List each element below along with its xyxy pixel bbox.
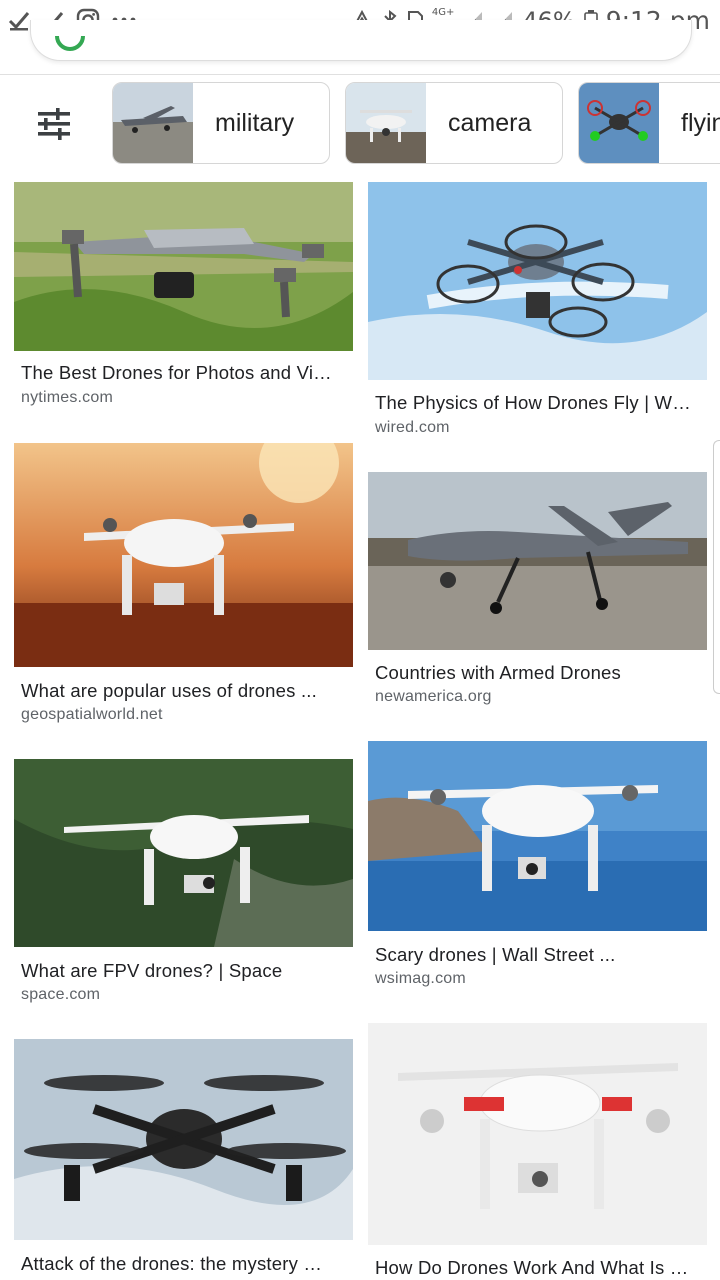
result-source-3: geospatialworld.net (21, 706, 163, 723)
tune-filter-icon (38, 108, 70, 140)
result-title-3[interactable]: What are popular uses of drones ... (21, 680, 347, 702)
drone-photo (368, 472, 707, 650)
camera-drone-thumbnail (346, 83, 426, 163)
google-logo-partial (55, 35, 85, 51)
result-title-1[interactable]: The Best Drones for Photos and Vi… (21, 362, 347, 384)
result-image-6[interactable] (368, 741, 707, 931)
result-title-5[interactable]: What are FPV drones? | Space (21, 960, 347, 982)
result-title-2[interactable]: The Physics of How Drones Fly | W… (375, 392, 701, 414)
result-title-8[interactable]: How Do Drones Work And What Is … (375, 1257, 701, 1279)
drone-photo (368, 182, 707, 380)
chip-label: flyin (681, 108, 720, 137)
chip-label: camera (448, 108, 532, 137)
filter-button[interactable] (34, 106, 78, 142)
result-source-4: newamerica.org (375, 688, 492, 705)
flying-drone-thumbnail (579, 83, 659, 163)
result-title-6[interactable]: Scary drones | Wall Street ... (375, 944, 701, 966)
drone-photo (368, 1023, 707, 1245)
related-searches-row: military camera flyin (0, 82, 720, 166)
result-image-3[interactable] (14, 443, 353, 667)
result-source-2: wired.com (375, 419, 450, 436)
military-drone-thumbnail (113, 83, 193, 163)
result-image-7[interactable] (14, 1039, 353, 1240)
result-title-4[interactable]: Countries with Armed Drones (375, 662, 701, 684)
drone-photo (14, 182, 353, 351)
drone-photo (14, 443, 353, 667)
result-source-6: wsimag.com (375, 970, 466, 987)
drone-photo (14, 759, 353, 947)
search-bar[interactable] (30, 20, 692, 61)
header-divider (0, 74, 720, 75)
chip-flying[interactable]: flyin (578, 82, 720, 164)
chip-camera[interactable]: camera (345, 82, 563, 164)
check-icon (8, 12, 30, 31)
chip-military[interactable]: military (112, 82, 330, 164)
result-source-1: nytimes.com (21, 389, 113, 406)
result-image-2[interactable] (368, 182, 707, 380)
drone-photo (14, 1039, 353, 1240)
result-image-5[interactable] (14, 759, 353, 947)
result-source-5: space.com (21, 986, 101, 1003)
network-type-label: 4G+ (431, 7, 455, 18)
chip-label: military (215, 108, 295, 137)
drone-photo (368, 741, 707, 931)
result-image-1[interactable] (14, 182, 353, 351)
scrollbar-handle[interactable] (713, 440, 720, 694)
result-image-4[interactable] (368, 472, 707, 650)
result-image-8[interactable] (368, 1023, 707, 1245)
result-title-7[interactable]: Attack of the drones: the mystery … (21, 1253, 347, 1275)
